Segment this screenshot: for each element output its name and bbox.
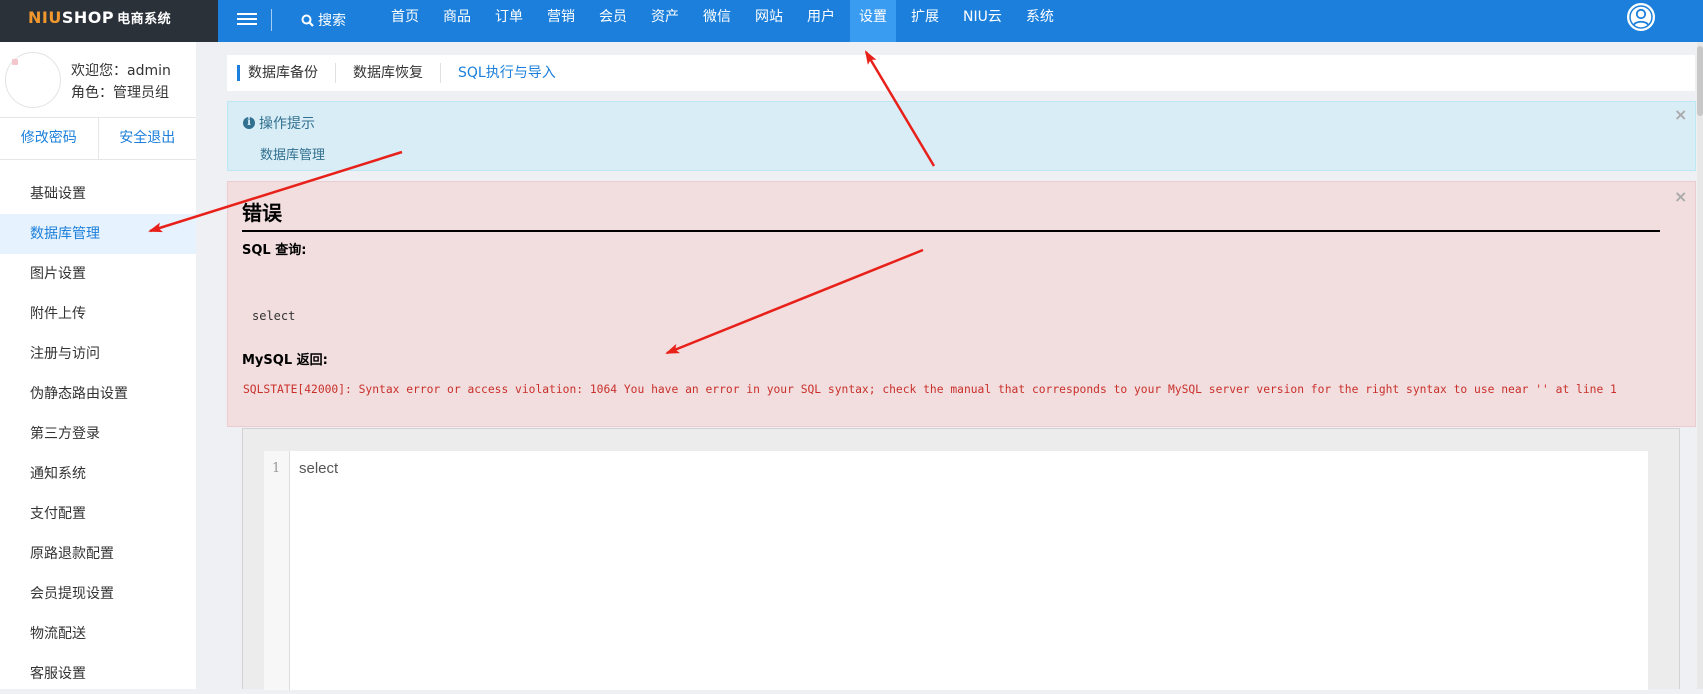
logo[interactable]: NIUSHOP 电商系统 (28, 8, 171, 27)
role-text: 角色：管理员组 (71, 85, 169, 101)
sidebar-menu-item[interactable]: 图片设置 (0, 254, 196, 294)
sql-editor-container: 1 select (242, 428, 1680, 690)
main-nav: 首页 商品 订单 营销 会员 资产 微信 网站 用户 设置 扩展 NIU云 系统 (382, 0, 1069, 42)
code-line[interactable]: select (299, 460, 338, 477)
tips-text: 数据库管理 (260, 148, 326, 163)
info-icon: i (243, 117, 255, 129)
tips-panel: i 操作提示 数据库管理 × (227, 101, 1696, 171)
close-icon[interactable]: × (1674, 189, 1687, 205)
page-scrollbar[interactable] (1697, 42, 1703, 689)
close-icon[interactable]: × (1674, 107, 1687, 123)
error-panel: 错误 SQL 查询: select MySQL 返回: SQLSTATE[420… (227, 181, 1696, 427)
scrollbar-thumb[interactable] (1697, 46, 1703, 116)
tab-item[interactable]: SQL执行与导入 (440, 63, 573, 83)
sidebar-menu-item[interactable]: 附件上传 (0, 294, 196, 334)
nav-item[interactable]: 资产 (642, 0, 688, 42)
tab-item[interactable]: 数据库恢复 (335, 63, 440, 83)
nav-item[interactable]: 订单 (486, 0, 532, 42)
nav-item[interactable]: 会员 (590, 0, 636, 42)
sidebar-menu-item[interactable]: 数据库管理 (0, 214, 196, 254)
sidebar-menu-item[interactable]: 物流配送 (0, 614, 196, 654)
tab-bar: 数据库备份 数据库恢复 SQL执行与导入 (227, 55, 1695, 91)
top-navbar: NIUSHOP 电商系统 搜索 首页 商品 订单 营销 会员 资产 微信 网站 用户 设置 扩展 NIU… (0, 0, 1703, 42)
mysql-error-message: SQLSTATE[42000]: Syntax error or access … (243, 383, 1617, 396)
nav-item[interactable]: 营销 (538, 0, 584, 42)
tips-title: i 操作提示 (243, 113, 315, 133)
sidebar-menu-item[interactable]: 基础设置 (0, 174, 196, 214)
mysql-return-label: MySQL 返回: (242, 353, 328, 368)
sidebar-menu-item[interactable]: 注册与访问 (0, 334, 196, 374)
logo-area: NIUSHOP 电商系统 (0, 0, 218, 42)
welcome-text: 欢迎您：admin (71, 63, 171, 79)
nav-item[interactable]: NIU云 (954, 0, 1011, 42)
error-title: 错误 (242, 201, 282, 225)
user-avatar-icon[interactable] (1627, 3, 1655, 31)
search-label: 搜索 (318, 13, 346, 29)
search-button[interactable]: 搜索 (301, 10, 346, 30)
sidebar-menu-item[interactable]: 通知系统 (0, 454, 196, 494)
logout-link[interactable]: 安全退出 (97, 118, 197, 159)
nav-item[interactable]: 设置 (850, 0, 896, 42)
sidebar-menu-item[interactable]: 第三方登录 (0, 414, 196, 454)
sidebar-menu-item[interactable]: 客服设置 (0, 654, 196, 694)
change-password-link[interactable]: 修改密码 (0, 118, 98, 159)
nav-item[interactable]: 商品 (434, 0, 480, 42)
avatar (5, 52, 61, 108)
user-actions: 修改密码 安全退出 (0, 118, 196, 160)
tab-item[interactable]: 数据库备份 (227, 63, 335, 83)
sidebar-menu-item[interactable]: 会员提现设置 (0, 574, 196, 614)
nav-item[interactable]: 系统 (1017, 0, 1063, 42)
search-icon (301, 14, 314, 27)
sql-editor[interactable]: 1 select (264, 451, 1648, 690)
user-info: 欢迎您：admin 角色：管理员组 (0, 42, 196, 118)
logo-shop-text: SHOP (61, 8, 115, 27)
nav-item[interactable]: 用户 (798, 0, 844, 42)
logo-sys-text: 电商系统 (117, 12, 172, 27)
divider (271, 9, 272, 31)
sql-query-label: SQL 查询: (242, 243, 307, 258)
sidebar: 欢迎您：admin 角色：管理员组 修改密码 安全退出 基础设置 数据库管理 图片设… (0, 42, 196, 689)
tips-title-text: 操作提示 (259, 116, 315, 132)
line-number: 1 (272, 461, 281, 476)
line-gutter: 1 (264, 451, 290, 690)
sidebar-menu-item[interactable]: 原路退款配置 (0, 534, 196, 574)
sidebar-menu-item[interactable]: 伪静态路由设置 (0, 374, 196, 414)
nav-item[interactable]: 首页 (382, 0, 428, 42)
nav-item[interactable]: 微信 (694, 0, 740, 42)
menu-toggle-icon[interactable] (237, 10, 257, 30)
sidebar-menu-item[interactable]: 支付配置 (0, 494, 196, 534)
divider (242, 230, 1660, 232)
logo-niu-text: NIU (28, 8, 62, 27)
nav-item[interactable]: 网站 (746, 0, 792, 42)
sql-query-text: select (252, 309, 296, 323)
settings-menu: 基础设置 数据库管理 图片设置 附件上传 注册与访问 伪静态路由设置 第三方登录 通知系统 支付… (0, 174, 196, 694)
nav-item[interactable]: 扩展 (902, 0, 948, 42)
sidebar-gutter (196, 42, 218, 689)
